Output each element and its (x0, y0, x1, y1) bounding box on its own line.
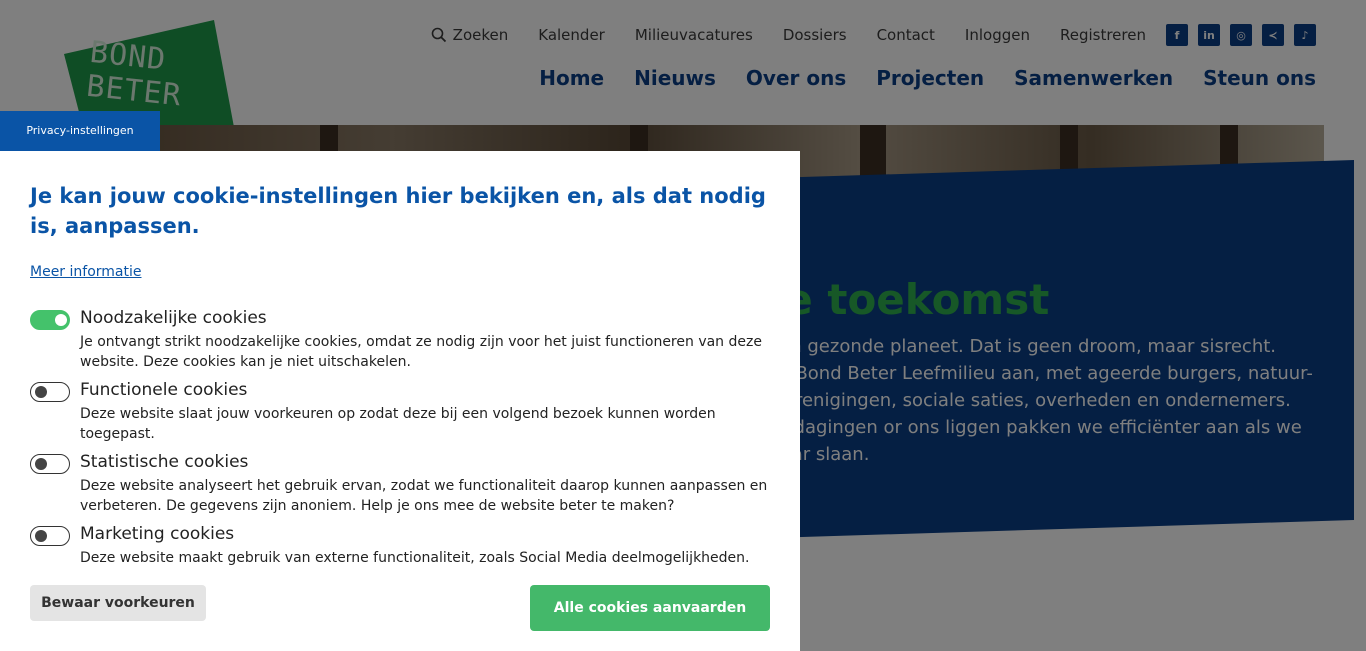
toggle-marketing[interactable] (30, 526, 70, 546)
toggle-knob (35, 458, 47, 470)
option-description: Je ontvangt strikt noodzakelijke cookies… (80, 334, 762, 370)
dialog-title: Je kan jouw cookie-instellingen hier bek… (30, 184, 766, 238)
accept-all-cookies-button[interactable]: Alle cookies aanvaarden (530, 585, 770, 631)
option-description: Deze website slaat jouw voorkeuren op zo… (80, 406, 716, 442)
toggle-necessary[interactable] (30, 310, 70, 330)
toggle-knob (35, 386, 47, 398)
option-title: Marketing cookies (80, 524, 235, 544)
toggle-knob (55, 314, 67, 326)
more-info-link[interactable]: Meer informatie (30, 264, 142, 280)
page: BOND BETER Zoeken Kalender Milieuvacatur… (0, 0, 1366, 651)
toggle-functional[interactable] (30, 382, 70, 402)
save-preferences-button[interactable]: Bewaar voorkeuren (30, 585, 206, 621)
toggle-knob (35, 530, 47, 542)
toggle-statistics[interactable] (30, 454, 70, 474)
option-title: Functionele cookies (80, 380, 248, 400)
option-title: Statistische cookies (80, 452, 249, 472)
option-description: Deze website maakt gebruik van externe f… (80, 550, 750, 566)
privacy-settings-tab[interactable]: Privacy-instellingen (0, 111, 160, 151)
option-title: Noodzakelijke cookies (80, 308, 267, 328)
cookie-settings-dialog: Je kan jouw cookie-instellingen hier bek… (0, 151, 800, 651)
option-description: Deze website analyseert het gebruik erva… (80, 478, 768, 514)
